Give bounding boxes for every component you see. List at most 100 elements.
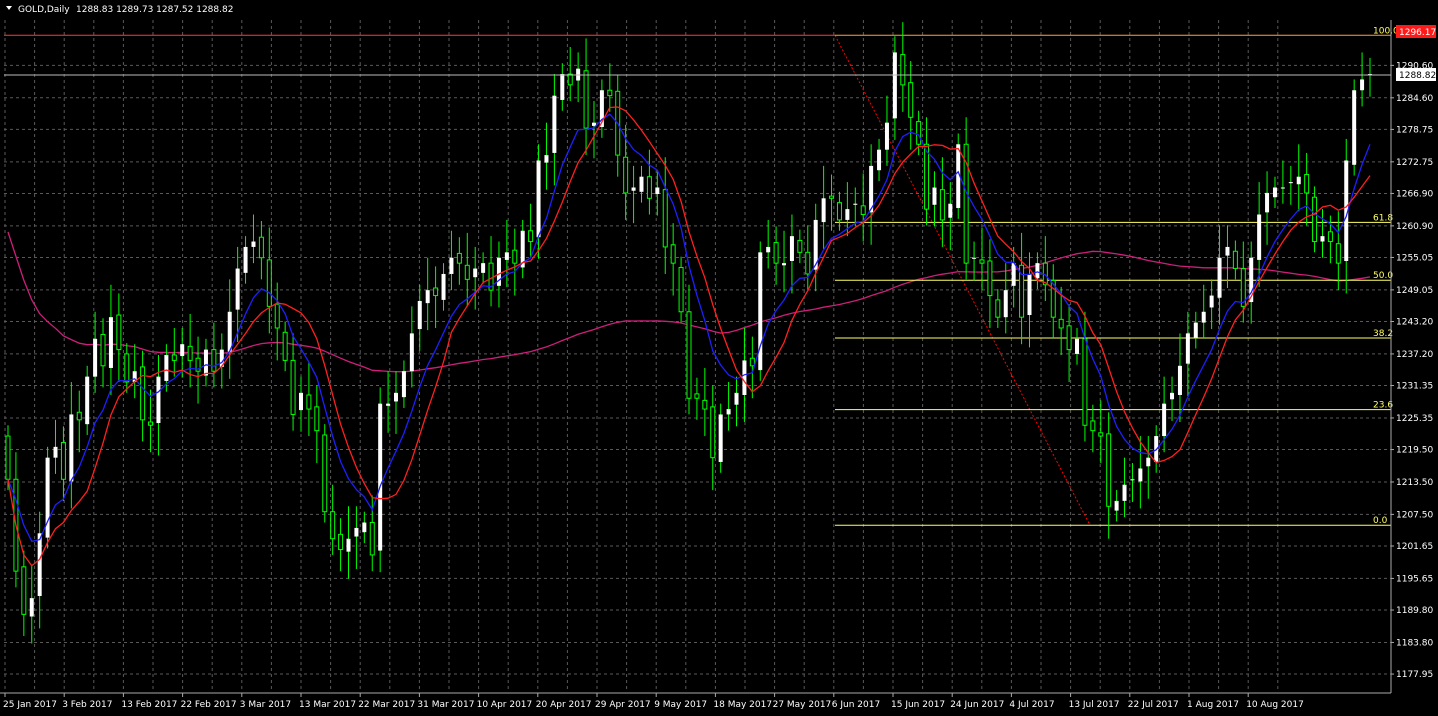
candle-body-bull xyxy=(948,203,953,218)
fibo-level-label: 38.2 xyxy=(1373,329,1393,339)
candle-body-bull xyxy=(85,376,90,425)
candle-body-bull xyxy=(180,344,185,357)
candle-body-bull xyxy=(203,349,208,376)
price-tick-label: 1183.80 xyxy=(1396,638,1433,648)
candle-body-bear xyxy=(583,70,589,129)
fibo-level-label: 61.8 xyxy=(1373,213,1393,223)
price-tick-label: 1207.50 xyxy=(1396,510,1433,520)
candle-body-bull xyxy=(742,360,747,395)
candle-body-bull xyxy=(346,538,351,552)
fibo-level-label: 0.0 xyxy=(1373,516,1388,526)
candle-body-bull xyxy=(1162,403,1167,437)
candle-body-bull xyxy=(1360,79,1365,91)
candle-body-bear xyxy=(900,54,906,86)
time-tick-label: 22 Jul 2017 xyxy=(1128,700,1179,710)
candle-body-bear xyxy=(686,311,692,399)
candle-body-bear xyxy=(995,299,1001,318)
candle-body-bear xyxy=(76,411,82,421)
time-tick-label: 24 Jun 2017 xyxy=(950,700,1004,710)
candle-body-bull xyxy=(1320,236,1325,242)
candle-body-bear xyxy=(1098,432,1104,437)
candle-body-bull xyxy=(1209,295,1214,308)
time-tick-label: 29 Apr 2017 xyxy=(595,700,651,710)
price-tick-label: 1260.90 xyxy=(1396,222,1433,232)
candle-body-bull xyxy=(1003,290,1008,318)
candle-body-bear xyxy=(979,259,985,264)
candle-body-bull xyxy=(1352,90,1357,165)
candle-body-bear xyxy=(702,399,708,410)
candle-body-bear xyxy=(314,406,320,432)
candle-body-bear xyxy=(1090,420,1096,432)
candle-body-bear xyxy=(623,156,629,194)
candle-body-bull xyxy=(1217,257,1222,298)
candle-body-bull xyxy=(481,263,486,273)
candle-body-bull xyxy=(544,155,549,163)
candle-body-bull xyxy=(1257,214,1262,260)
candle-body-bear xyxy=(330,511,336,540)
candle-body-bull xyxy=(892,52,897,119)
price-tick-label: 1231.35 xyxy=(1396,382,1433,392)
candle-body-bull xyxy=(1027,273,1032,316)
candle-body-bear xyxy=(797,239,803,253)
ohlc-values: 1288.83 1289.73 1287.52 1288.82 xyxy=(76,5,233,15)
time-tick-label: 18 May 2017 xyxy=(713,700,772,710)
candle-body-bull xyxy=(156,376,161,424)
time-tick-label: 13 Mar 2017 xyxy=(299,700,356,710)
candle-body-bull xyxy=(409,333,414,372)
candle-body-bull xyxy=(1011,263,1016,286)
candle-body-bull xyxy=(243,246,248,273)
candle-body-bull xyxy=(394,392,399,402)
price-tick-label: 1249.05 xyxy=(1396,286,1433,296)
candle-body-bull xyxy=(1114,500,1119,511)
candle-body-bear xyxy=(274,303,280,329)
candle-body-bull xyxy=(655,187,660,194)
time-tick-label: 20 Apr 2017 xyxy=(536,700,592,710)
candle-body-bear xyxy=(567,73,573,86)
time-tick-label: 13 Feb 2017 xyxy=(121,700,177,710)
candle-body-bull xyxy=(782,263,787,266)
candle-body-bear xyxy=(140,366,146,421)
price-tick-label: 1255.05 xyxy=(1396,253,1433,263)
time-tick-label: 10 Apr 2017 xyxy=(477,700,533,710)
time-tick-label: 31 Mar 2017 xyxy=(417,700,474,710)
current-price-label: 1288.82 xyxy=(1399,71,1436,81)
price-tick-label: 1266.90 xyxy=(1396,189,1433,199)
candle-body-bull xyxy=(37,533,42,596)
candle-body-bear xyxy=(1066,325,1072,351)
candle-body-bull xyxy=(1138,468,1143,482)
candle-body-bear xyxy=(21,566,27,615)
candle-body-bear xyxy=(464,264,470,280)
candle-body-bull xyxy=(631,187,636,191)
candle-body-bear xyxy=(924,143,930,210)
price-chart[interactable]: 100.061.850.038.223.60.0 1290.601284.601… xyxy=(0,0,1438,716)
price-tick-label: 1278.75 xyxy=(1396,125,1433,135)
candle-body-bull xyxy=(639,176,644,192)
candle-body-bull xyxy=(884,122,889,150)
chart-header: GOLD,Daily 1288.83 1289.73 1287.52 1288.… xyxy=(6,5,233,15)
candle-body-bull xyxy=(766,246,771,253)
price-tick-label: 1213.50 xyxy=(1396,478,1433,488)
time-tick-label: 4 Jul 2017 xyxy=(1009,700,1054,710)
candle-body-bull xyxy=(93,338,98,377)
time-tick-label: 9 May 2017 xyxy=(654,700,707,710)
candle-body-bear xyxy=(100,333,106,367)
candle-body-bear xyxy=(829,195,835,199)
candle-body-bear xyxy=(1058,318,1064,329)
candle-body-bear xyxy=(512,249,518,264)
candle-body-bull xyxy=(845,209,850,220)
candle-body-bear xyxy=(1232,250,1238,270)
candle-body-bear xyxy=(773,242,779,264)
candle-body-bull xyxy=(718,414,723,462)
candle-body-bear xyxy=(456,252,462,264)
price-tick-label: 1243.20 xyxy=(1396,318,1433,328)
candle-body-bear xyxy=(916,121,922,145)
candle-body-bear xyxy=(1082,338,1088,426)
candle-body-bull xyxy=(1075,338,1080,354)
price-tick-label: 1201.65 xyxy=(1396,542,1433,552)
candle-body-bear xyxy=(1335,243,1341,264)
time-tick-label: 10 Aug 2017 xyxy=(1246,700,1304,710)
candle-body-bear xyxy=(678,266,684,313)
candle-body-bull xyxy=(378,403,383,551)
candle-body-bull xyxy=(29,598,34,617)
fibo-level-label: 50.0 xyxy=(1373,271,1393,281)
